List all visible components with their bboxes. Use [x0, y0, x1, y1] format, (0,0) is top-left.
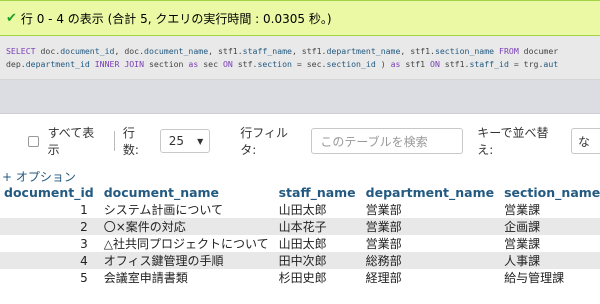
rows-label: 行数:	[122, 126, 139, 157]
table-cell-document-name[interactable]: システム計画について	[99, 201, 275, 218]
show-all-checkbox[interactable]	[28, 135, 39, 147]
results-toolbar: すべて表示 行数: 25 ▼ 行フィルタ: このテーブルを検索 キーで並べ替え:…	[0, 124, 600, 158]
sql-keyword: INNER JOIN	[94, 59, 145, 69]
sql-text: documer	[518, 46, 559, 56]
results-table: document_id document_name staff_name depart…	[0, 184, 600, 286]
check-icon: ✔	[6, 10, 17, 26]
sql-text: , stf1.	[291, 46, 327, 56]
table-cell-staff-name[interactable]: 田中次郎	[274, 252, 362, 269]
sql-text: stf1.	[439, 59, 470, 69]
sql-text: stf.	[232, 59, 258, 69]
table-cell-document-name[interactable]: 〇×案件の対応	[99, 218, 275, 235]
sql-keyword: FROM	[499, 46, 519, 56]
sort-by-key-label: キーで並べ替え:	[477, 126, 549, 157]
row-filter-placeholder: このテーブルを検索	[320, 134, 428, 149]
column-header-department-name[interactable]: department_name	[362, 184, 500, 201]
table-cell-document-id[interactable]: 3	[0, 235, 100, 252]
sql-column: section_id	[326, 59, 376, 69]
sql-column: section_name	[434, 46, 495, 56]
table-cell-document-id[interactable]: 1	[0, 201, 100, 218]
query-result-summary: 行 0 - 4 の表示 (合計 5, クエリの実行時間 : 0.0305 秒。)	[20, 11, 332, 26]
sql-keyword: ON	[222, 59, 233, 69]
table-header-row: document_id document_name staff_name depart…	[0, 184, 600, 201]
sql-keyword: as	[188, 59, 199, 69]
table-cell-section-name[interactable]: 人事課	[500, 252, 600, 269]
show-all-label[interactable]: すべて表示	[48, 124, 104, 158]
row-filter-input[interactable]: このテーブルを検索	[311, 128, 464, 154]
sql-keyword: as	[390, 59, 401, 69]
chevron-down-icon: ▼	[197, 136, 204, 146]
query-actions-bar	[0, 80, 600, 114]
sql-column: department_name	[326, 46, 401, 56]
toolbar-divider	[113, 131, 115, 151]
column-header-section-name[interactable]: section_name	[500, 184, 600, 201]
sql-column: staff_name	[242, 46, 292, 56]
sql-column: document_id	[60, 46, 115, 56]
table-cell-document-name[interactable]: オフィス鍵管理の手順	[99, 252, 275, 269]
row-filter-label: 行フィルタ:	[240, 126, 288, 157]
table-cell-document-name[interactable]: △社共同プロジェクトについて	[99, 235, 275, 252]
sql-text: = trg.	[508, 59, 544, 69]
column-header-staff-name[interactable]: staff_name	[275, 184, 362, 201]
sql-text: dep.	[6, 59, 26, 69]
table-cell-department-name[interactable]: 総務部	[361, 252, 501, 269]
table-cell-staff-name[interactable]: 山本花子	[274, 218, 362, 235]
table-body: 1 システム計画について 山田太郎 営業部 営業課 2 〇×案件の対応 山本花子 営業部 企画課 3…	[0, 201, 600, 286]
sql-line-1: SELECT doc.document_id, doc.document_nam…	[6, 45, 600, 58]
table-row[interactable]: 2 〇×案件の対応 山本花子 営業部 企画課	[0, 218, 600, 235]
column-header-document-id[interactable]: document_id	[0, 184, 100, 201]
sql-text: , doc.	[114, 46, 145, 56]
options-link[interactable]: + オプション	[2, 168, 76, 185]
sort-by-key-value: な	[577, 134, 590, 149]
sql-column: aut	[543, 59, 559, 69]
sql-text: )	[375, 59, 391, 69]
table-cell-document-name[interactable]: 会議室申請書類	[99, 269, 275, 286]
table-cell-section-name[interactable]: 営業課	[500, 201, 600, 218]
table-cell-staff-name[interactable]: 山田太郎	[274, 201, 362, 218]
table-cell-department-name[interactable]: 営業部	[361, 218, 501, 235]
sql-column: document_name	[144, 46, 209, 56]
query-success-message: ✔ 行 0 - 4 の表示 (合計 5, クエリの実行時間 : 0.0305 秒…	[0, 0, 600, 36]
sql-text: stf1	[400, 59, 431, 69]
table-cell-document-id[interactable]: 4	[0, 252, 100, 269]
sort-by-key-select[interactable]: な	[570, 128, 600, 154]
table-cell-section-name[interactable]: 企画課	[500, 218, 600, 235]
table-cell-section-name[interactable]: 営業課	[500, 235, 600, 252]
table-cell-staff-name[interactable]: 杉田史郎	[274, 269, 362, 286]
sql-text: , stf1.	[400, 46, 435, 56]
table-cell-section-name[interactable]: 給与管理課	[500, 269, 600, 286]
table-row[interactable]: 3 △社共同プロジェクトについて 山田太郎 営業部 営業課	[0, 235, 600, 252]
table-row[interactable]: 4 オフィス鍵管理の手順 田中次郎 総務部 人事課	[0, 252, 600, 269]
table-row[interactable]: 5 会議室申請書類 杉田史郎 経理部 給与管理課	[0, 269, 600, 286]
table-cell-staff-name[interactable]: 山田太郎	[274, 235, 362, 252]
sql-query-display[interactable]: SELECT doc.document_id, doc.document_nam…	[0, 36, 600, 80]
table-cell-document-id[interactable]: 2	[0, 218, 100, 235]
sql-text: doc.	[35, 46, 61, 56]
sql-column: section	[257, 59, 292, 69]
column-header-document-name[interactable]: document_name	[100, 184, 275, 201]
rows-per-page-select[interactable]: 25 ▼	[159, 129, 211, 153]
table-cell-department-name[interactable]: 営業部	[361, 235, 501, 252]
sql-text: section	[144, 59, 189, 69]
sql-text: = sec.	[291, 59, 327, 69]
table-row[interactable]: 1 システム計画について 山田太郎 営業部 営業課	[0, 201, 600, 218]
sql-column: department_id	[25, 59, 90, 69]
sql-text: , stf1.	[208, 46, 243, 56]
sql-text: sec	[198, 59, 223, 69]
sql-keyword: SELECT	[6, 46, 36, 56]
table-cell-document-id[interactable]: 5	[0, 269, 100, 286]
table-cell-department-name[interactable]: 営業部	[361, 201, 501, 218]
sql-column: staff_id	[469, 59, 509, 69]
rows-per-page-value: 25	[168, 134, 184, 148]
sql-keyword: ON	[430, 59, 440, 69]
table-cell-department-name[interactable]: 経理部	[361, 269, 501, 286]
sql-line-2: dep.department_id INNER JOIN section as …	[6, 58, 600, 71]
